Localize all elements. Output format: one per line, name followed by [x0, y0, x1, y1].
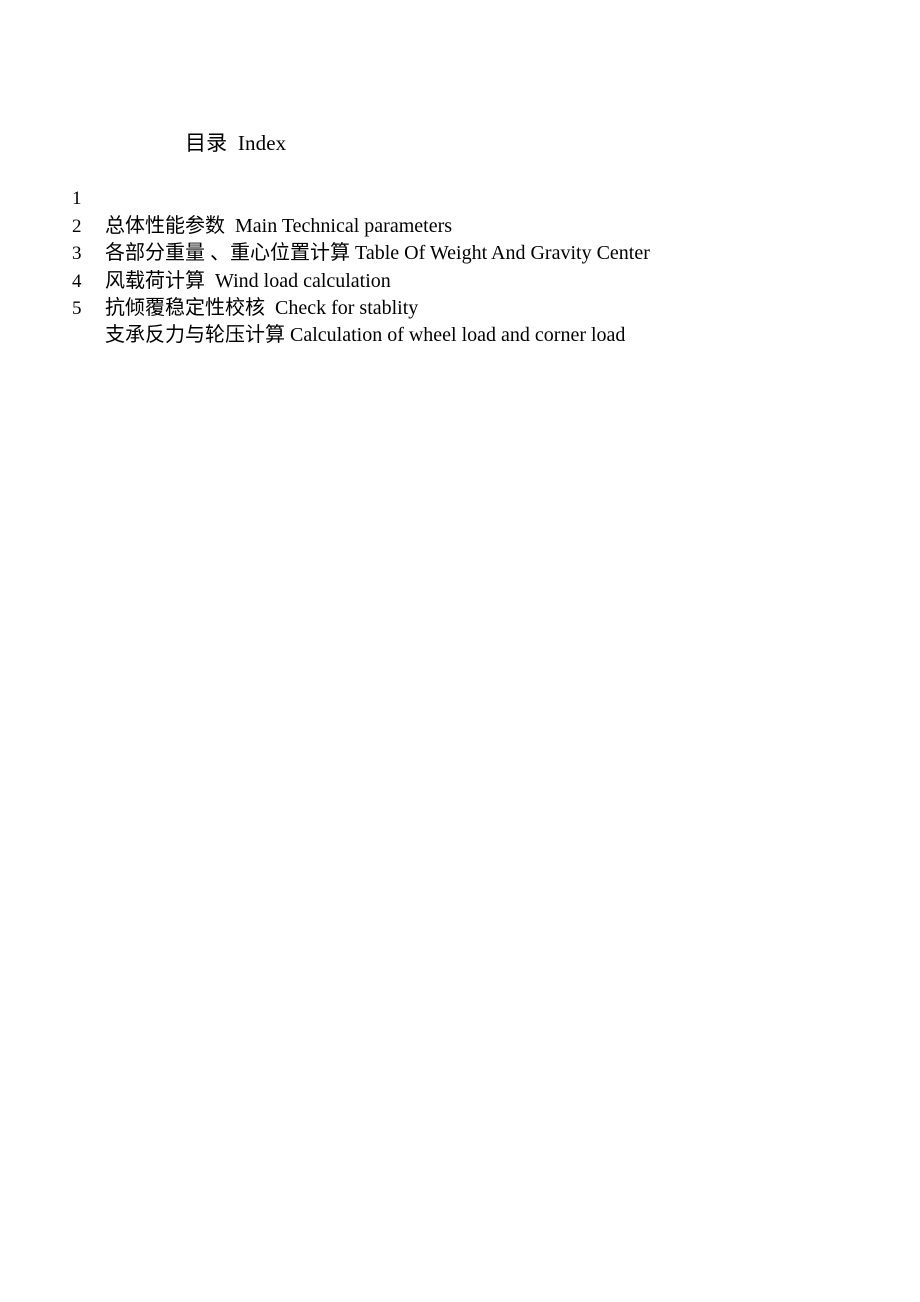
toc-entry-1: 1 总体性能参数 Main Technical parameters [0, 158, 920, 236]
toc-entry-number: 5 [72, 298, 82, 319]
page-title: 目录 Index [185, 131, 287, 155]
toc-entry-4: 4 抗倾覆稳定性校核 Check for stablity [0, 240, 920, 319]
toc-entry-2: 2 各部分重量 、重心位置计算 Table Of Weight And Grav… [0, 185, 920, 264]
toc-entry-5: 5 支承反力与轮压计算 Calculation of wheel load an… [0, 268, 920, 346]
toc-entry-3: 3 风载荷计算 Wind load calculation [0, 213, 920, 291]
document-page: 目录 Index 1 总体性能参数 Main Technical paramet… [0, 0, 920, 1302]
toc-entry-label: 支承反力与轮压计算 Calculation of wheel load and … [105, 324, 626, 347]
toc-entry-label: 抗倾覆稳定性校核 Check for stablity [105, 297, 419, 319]
